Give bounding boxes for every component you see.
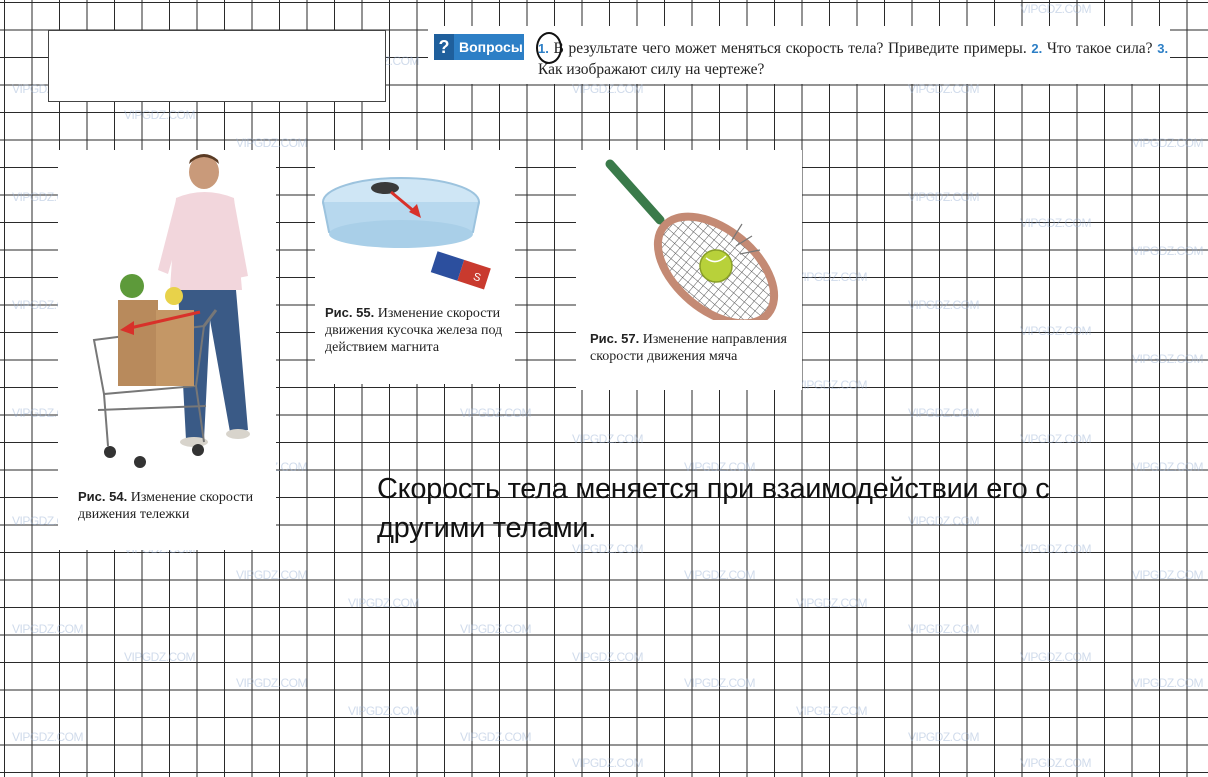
watermark: VIPGDZ.COM xyxy=(908,406,980,420)
watermark: VIPGDZ.COM xyxy=(572,650,644,664)
watermark: VIPGDZ.COM xyxy=(1020,216,1092,230)
question-3-text: Как изображают силу на чертеже? xyxy=(538,61,765,78)
watermark: VIPGDZ.COM xyxy=(236,568,308,582)
watermark: VIPGDZ.COM xyxy=(12,730,84,744)
watermark: VIPGDZ.COM xyxy=(460,730,532,744)
question-2-number: 2. xyxy=(1031,41,1043,56)
watermark: VIPGDZ.COM xyxy=(348,596,420,610)
watermark: VIPGDZ.COM xyxy=(1132,136,1204,150)
watermark: VIPGDZ.COM xyxy=(572,82,644,96)
question-mark-icon: ? xyxy=(434,34,454,60)
watermark: VIPGDZ.COM xyxy=(1020,2,1092,16)
question-3-number: 3. xyxy=(1157,41,1169,56)
questions-badge-label: Вопросы xyxy=(459,39,523,55)
empty-frame xyxy=(48,30,386,102)
watermark: VIPGDZ.COM xyxy=(1132,460,1204,474)
watermark: VIPGDZ.COM xyxy=(1132,244,1204,258)
watermark: VIPGDZ.COM xyxy=(1132,568,1204,582)
figure-54: Рис. 54. Изменение скорости движения тел… xyxy=(58,150,276,550)
watermark: VIPGDZ.COM xyxy=(908,190,980,204)
watermark: VIPGDZ.COM xyxy=(460,406,532,420)
watermark: VIPGDZ.COM xyxy=(908,622,980,636)
watermark: VIPGDZ.COM xyxy=(796,270,868,284)
watermark: VIPGDZ.COM xyxy=(572,432,644,446)
watermark: VIPGDZ.COM xyxy=(572,756,644,770)
watermark: VIPGDZ.COM xyxy=(796,378,868,392)
watermark: VIPGDZ.COM xyxy=(1020,432,1092,446)
figure-54-caption: Рис. 54. Изменение скорости движения тел… xyxy=(78,488,268,523)
watermark: VIPGDZ.COM xyxy=(124,650,196,664)
watermark: VIPGDZ.COM xyxy=(796,596,868,610)
figure-55: S Рис. 55. Изменение скорости движения к… xyxy=(315,150,515,384)
magnet-dish-illustration: S xyxy=(322,177,491,290)
figure-57-label: Рис. 57. xyxy=(590,331,640,346)
watermark: VIPGDZ.COM xyxy=(12,622,84,636)
watermark: VIPGDZ.COM xyxy=(908,298,980,312)
question-2-text: Что такое сила? xyxy=(1046,40,1153,57)
figure-57-caption: Рис. 57. Изменение направления скорости … xyxy=(590,330,800,365)
answer-text: Скорость тела меняется при взаимодействи… xyxy=(377,473,1050,544)
watermark: VIPGDZ.COM xyxy=(1020,650,1092,664)
watermark: VIPGDZ.COM xyxy=(348,704,420,718)
question-1-text: В результате чего может меняться скорост… xyxy=(553,40,1027,57)
figure-54-label: Рис. 54. xyxy=(78,489,128,504)
watermark: VIPGDZ.COM xyxy=(684,676,756,690)
handwritten-circle-mark xyxy=(536,32,562,64)
figure-55-label: Рис. 55. xyxy=(325,305,375,320)
questions-text: 1. В результате чего может меняться скор… xyxy=(538,38,1168,80)
figure-55-caption: Рис. 55. Изменение скорости движения кус… xyxy=(325,304,511,356)
watermark: VIPGDZ.COM xyxy=(1020,324,1092,338)
man-with-cart-illustration xyxy=(92,154,250,468)
watermark: VIPGDZ.COM xyxy=(908,82,980,96)
watermark: VIPGDZ.COM xyxy=(236,676,308,690)
watermark: VIPGDZ.COM xyxy=(236,136,308,150)
watermark: VIPGDZ.COM xyxy=(460,622,532,636)
watermark: VIPGDZ.COM xyxy=(684,568,756,582)
questions-badge: ? Вопросы xyxy=(434,34,524,60)
figure-57: Рис. 57. Изменение направления скорости … xyxy=(576,150,802,390)
watermark: VIPGDZ.COM xyxy=(124,108,196,122)
watermark: VIPGDZ.COM xyxy=(908,730,980,744)
watermark: VIPGDZ.COM xyxy=(1132,352,1204,366)
watermark: VIPGDZ.COM xyxy=(796,704,868,718)
tennis-racket-illustration xyxy=(605,159,779,328)
watermark: VIPGDZ.COM xyxy=(1020,756,1092,770)
watermark: VIPGDZ.COM xyxy=(1132,676,1204,690)
